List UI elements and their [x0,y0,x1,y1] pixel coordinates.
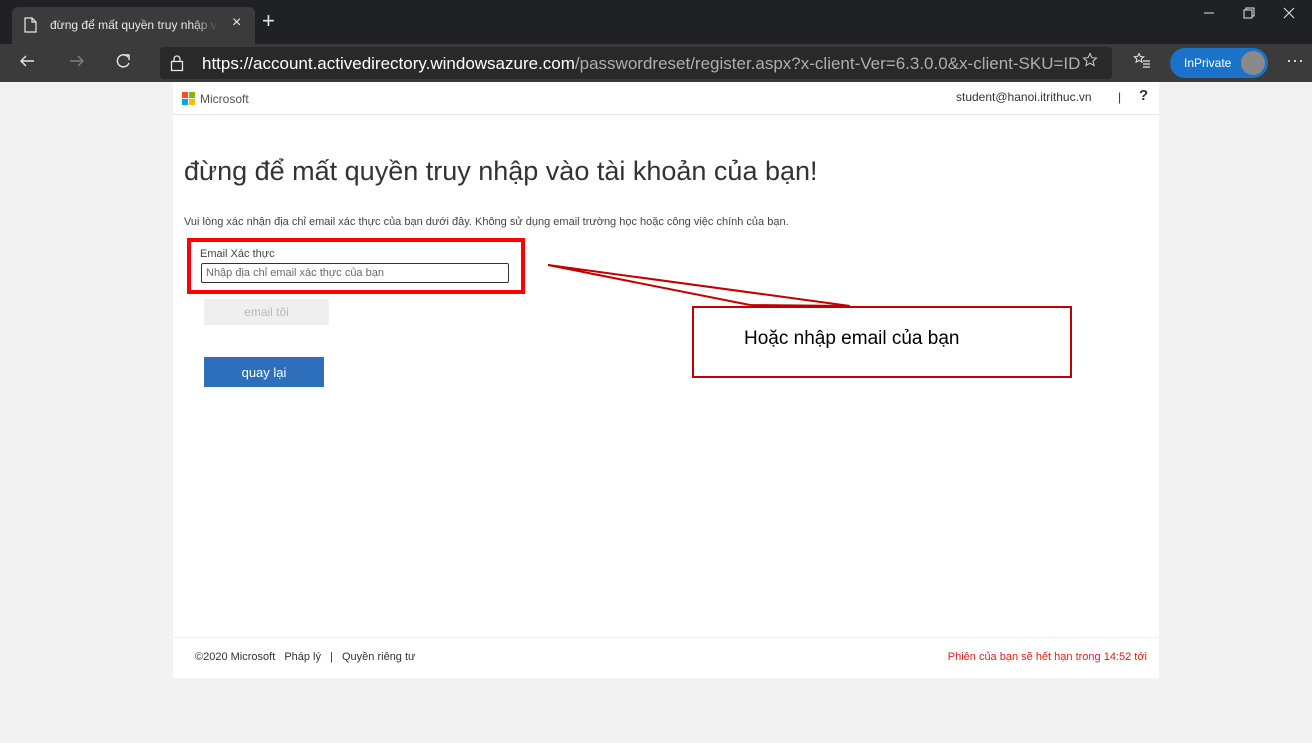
inprivate-badge[interactable]: InPrivate [1170,48,1268,78]
page-icon [24,17,37,36]
page-title: đừng để mất quyền truy nhập vào tài khoả… [184,156,818,186]
address-bar[interactable]: https://account.activedirectory.windowsa… [160,47,1112,79]
url-path: /passwordreset/register.aspx?x-client-Ve… [574,54,1082,73]
footer-separator: | [330,651,333,663]
footer-links: ©2020 Microsoft Pháp lý | Quyền riêng tư [195,651,421,663]
inprivate-label: InPrivate [1184,56,1232,70]
restore-icon[interactable] [1243,6,1255,23]
favorite-star-icon[interactable] [1082,52,1098,73]
minimize-icon[interactable] [1203,6,1215,23]
user-email[interactable]: student@hanoi.itrithuc.vn [956,90,1092,104]
more-options-icon[interactable]: ··· [1286,50,1304,71]
forward-arrow-icon[interactable] [68,52,86,75]
legal-link[interactable]: Pháp lý [284,651,321,663]
email-me-button[interactable]: email tôi [204,299,329,325]
microsoft-logo-icon [182,92,195,110]
address-toolbar: https://account.activedirectory.windowsa… [0,44,1312,82]
browser-tab-bar: đừng để mất quyền truy nhập vào tài khoả… [0,0,1312,44]
help-icon[interactable]: ? [1139,87,1148,104]
session-timer: Phiên của bạn sẽ hết hạn trong 14:52 tới [947,651,1147,663]
site-header: Microsoft student@hanoi.itrithuc.vn | ? [173,82,1159,115]
url-scheme: https:// [202,54,254,73]
url-text[interactable]: https://account.activedirectory.windowsa… [202,54,1082,74]
close-window-icon[interactable] [1283,6,1295,23]
favorites-icon[interactable] [1133,52,1151,75]
privacy-link[interactable]: Quyền riêng tư [342,651,415,663]
page-description: Vui lòng xác nhận địa chỉ email xác thực… [184,216,789,228]
highlight-rectangle [187,238,525,294]
callout-text: Hoặc nhập email của bạn [744,328,960,349]
tab-title: đừng để mất quyền truy nhập vào tài khoả… [50,18,218,32]
lock-icon[interactable] [170,54,184,77]
profile-avatar-icon [1241,51,1265,75]
callout-box: Hoặc nhập email của bạn [692,306,1072,378]
tab-close-icon[interactable]: × [232,14,241,32]
refresh-icon[interactable] [114,52,132,75]
back-arrow-icon[interactable] [18,52,36,75]
new-tab-icon[interactable]: + [262,8,275,34]
header-separator: | [1118,90,1122,104]
back-button[interactable]: quay lại [204,357,324,387]
logo-text: Microsoft [200,92,249,106]
copyright-text: ©2020 Microsoft [195,651,276,663]
browser-tab[interactable]: đừng để mất quyền truy nhập vào tài khoả… [12,7,255,44]
url-host: account.activedirectory.windowsazure.com [253,54,575,73]
page-footer: ©2020 Microsoft Pháp lý | Quyền riêng tư… [173,637,1159,678]
